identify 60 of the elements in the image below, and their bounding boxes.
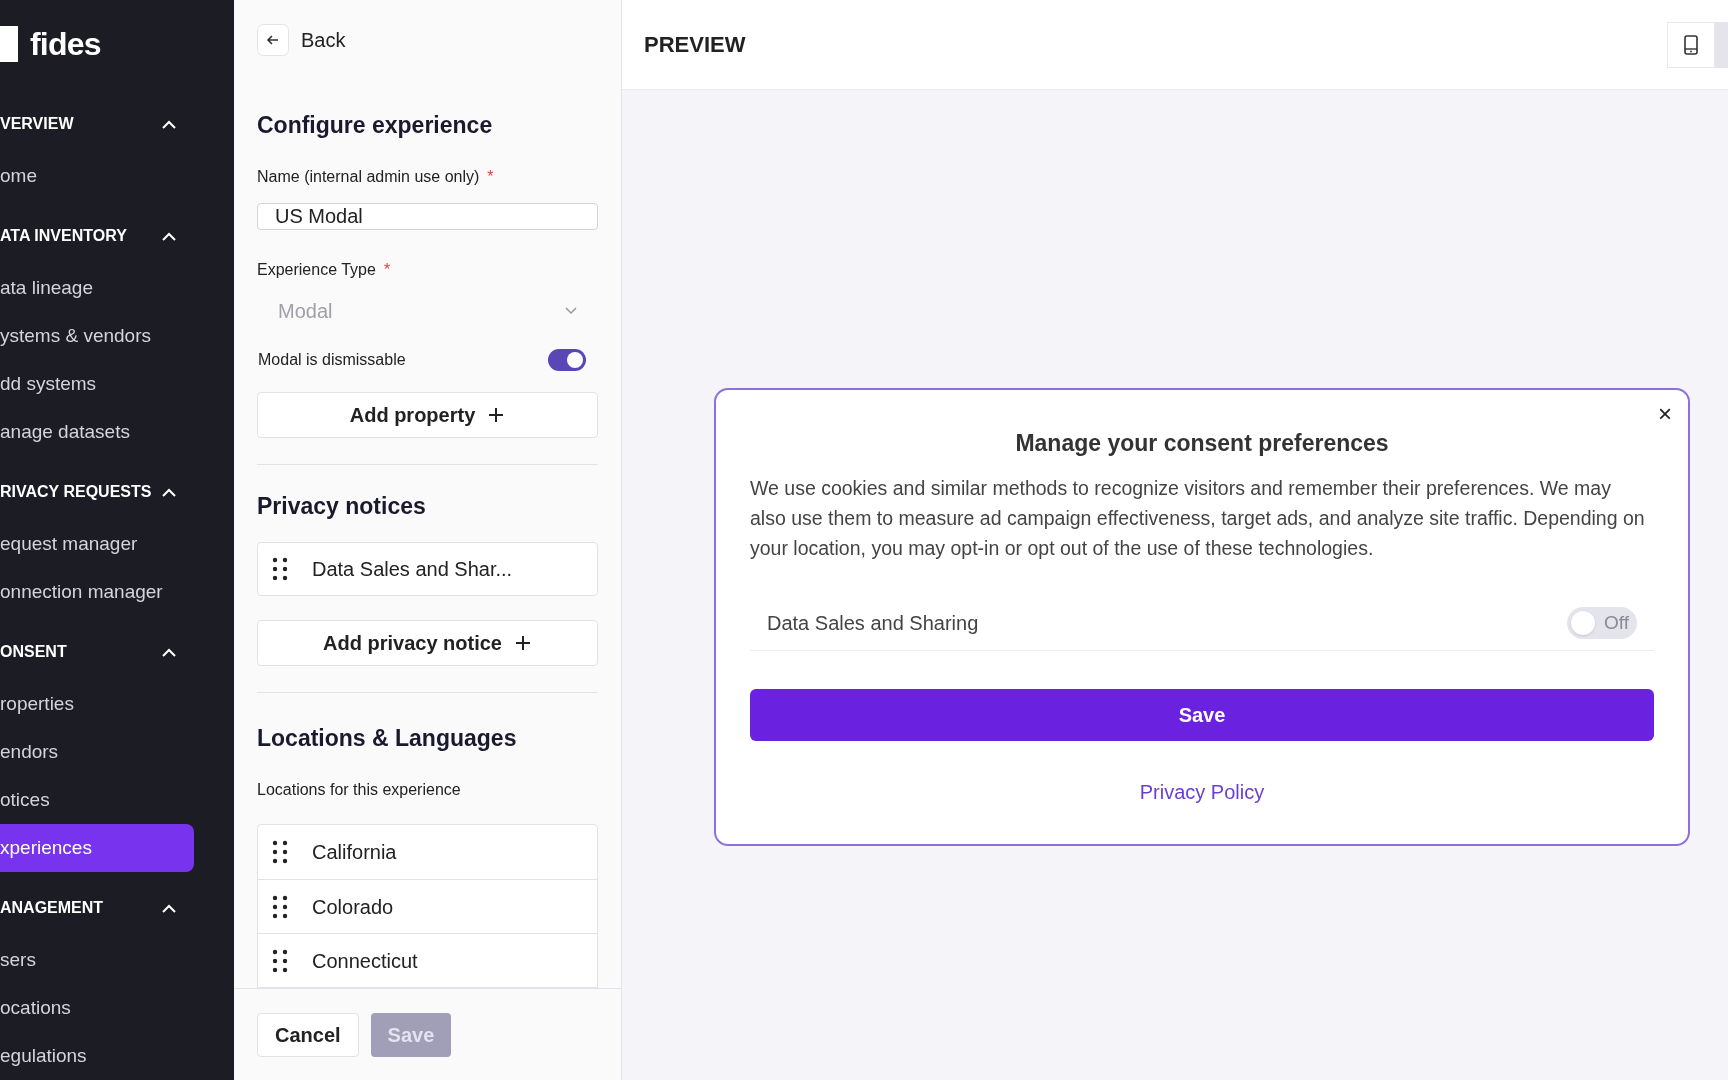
nav-item[interactable]: xperiences: [0, 824, 194, 872]
plus-icon: [513, 634, 532, 652]
chevron-up-icon[interactable]: [162, 231, 176, 241]
section-heading: ANAGEMENT: [0, 898, 104, 918]
nav-item[interactable]: otices: [0, 776, 194, 824]
nav-item[interactable]: onnection manager: [0, 568, 194, 616]
section-title: Privacy notices: [257, 495, 427, 518]
section-heading: ATA INVENTORY: [0, 226, 127, 246]
logo-text: fides: [30, 25, 101, 64]
chevron-up-icon[interactable]: [162, 119, 176, 129]
nav-item[interactable]: anage datasets: [0, 408, 194, 456]
section-heading: ONSENT: [0, 642, 67, 662]
nav-item[interactable]: ocations: [0, 984, 194, 1032]
drag-handle-icon[interactable]: [272, 557, 288, 581]
back-link[interactable]: Back: [301, 25, 346, 55]
toggle-switch[interactable]: [548, 349, 586, 371]
section-title: Configure experience: [257, 114, 494, 137]
notice-name: Data Sales and Shar...: [312, 557, 513, 582]
section-heading: RIVACY REQUESTS: [0, 482, 152, 502]
required-mark: *: [383, 260, 391, 280]
field-label: Experience Type: [257, 260, 376, 280]
nav-item[interactable]: ata lineage: [0, 264, 194, 312]
required-mark: *: [487, 167, 494, 187]
section-heading: VERVIEW: [0, 114, 74, 134]
nav-item[interactable]: dd systems: [0, 360, 194, 408]
add-button[interactable]: Add privacy notice: [257, 620, 598, 666]
preview-title: PREVIEW: [644, 31, 746, 59]
location-name: California: [312, 840, 397, 865]
chevron-up-icon[interactable]: [162, 487, 176, 497]
plus-icon: [487, 406, 506, 424]
nav-item[interactable]: equest manager: [0, 520, 194, 568]
save-button[interactable]: Save: [750, 688, 1654, 741]
logo-mark: [0, 26, 18, 62]
location-name: Colorado: [312, 894, 394, 920]
drag-handle-icon[interactable]: [272, 840, 288, 864]
toggle-label: Modal is dismissable: [258, 350, 406, 370]
section-title: Locations & Languages: [257, 727, 518, 750]
field-label: Locations for this experience: [257, 780, 462, 800]
location-name: Connecticut: [312, 948, 418, 974]
cancel-button[interactable]: Cancel: [257, 1012, 359, 1057]
phone-icon: [1684, 34, 1698, 55]
chevron-down-icon: [565, 307, 577, 315]
add-button[interactable]: Add property: [257, 392, 598, 438]
drag-handle-icon[interactable]: [272, 948, 288, 973]
nav-item[interactable]: endors: [0, 728, 194, 776]
nav-item[interactable]: roperties: [0, 680, 194, 728]
nav-item[interactable]: ystems & vendors: [0, 312, 194, 360]
name-input-field[interactable]: US Modal: [257, 203, 598, 230]
modal-description: We use cookies and similar methods to recognize visitors and remember their preferences. We may also use them to measure ad campaign effectiveness, target ads, and analyze site traffic. Depending on your location, you may opt-in or opt out of the use of these technologies.: [750, 475, 1646, 561]
chevron-up-icon[interactable]: [162, 647, 176, 657]
nav-item[interactable]: egulations: [0, 1032, 194, 1080]
field-label: Name (internal admin use only): [257, 167, 480, 187]
nav-item[interactable]: ome: [0, 152, 194, 200]
notice-label: Data Sales and Sharing: [767, 611, 979, 636]
close-button[interactable]: ×: [1658, 402, 1672, 426]
nav-item[interactable]: sers: [0, 936, 194, 984]
privacy-policy-link[interactable]: Privacy Policy: [1139, 776, 1265, 807]
chevron-up-icon[interactable]: [162, 903, 176, 913]
drag-handle-icon[interactable]: [272, 894, 288, 919]
modal-title: Manage your consent preferences: [1014, 429, 1390, 458]
